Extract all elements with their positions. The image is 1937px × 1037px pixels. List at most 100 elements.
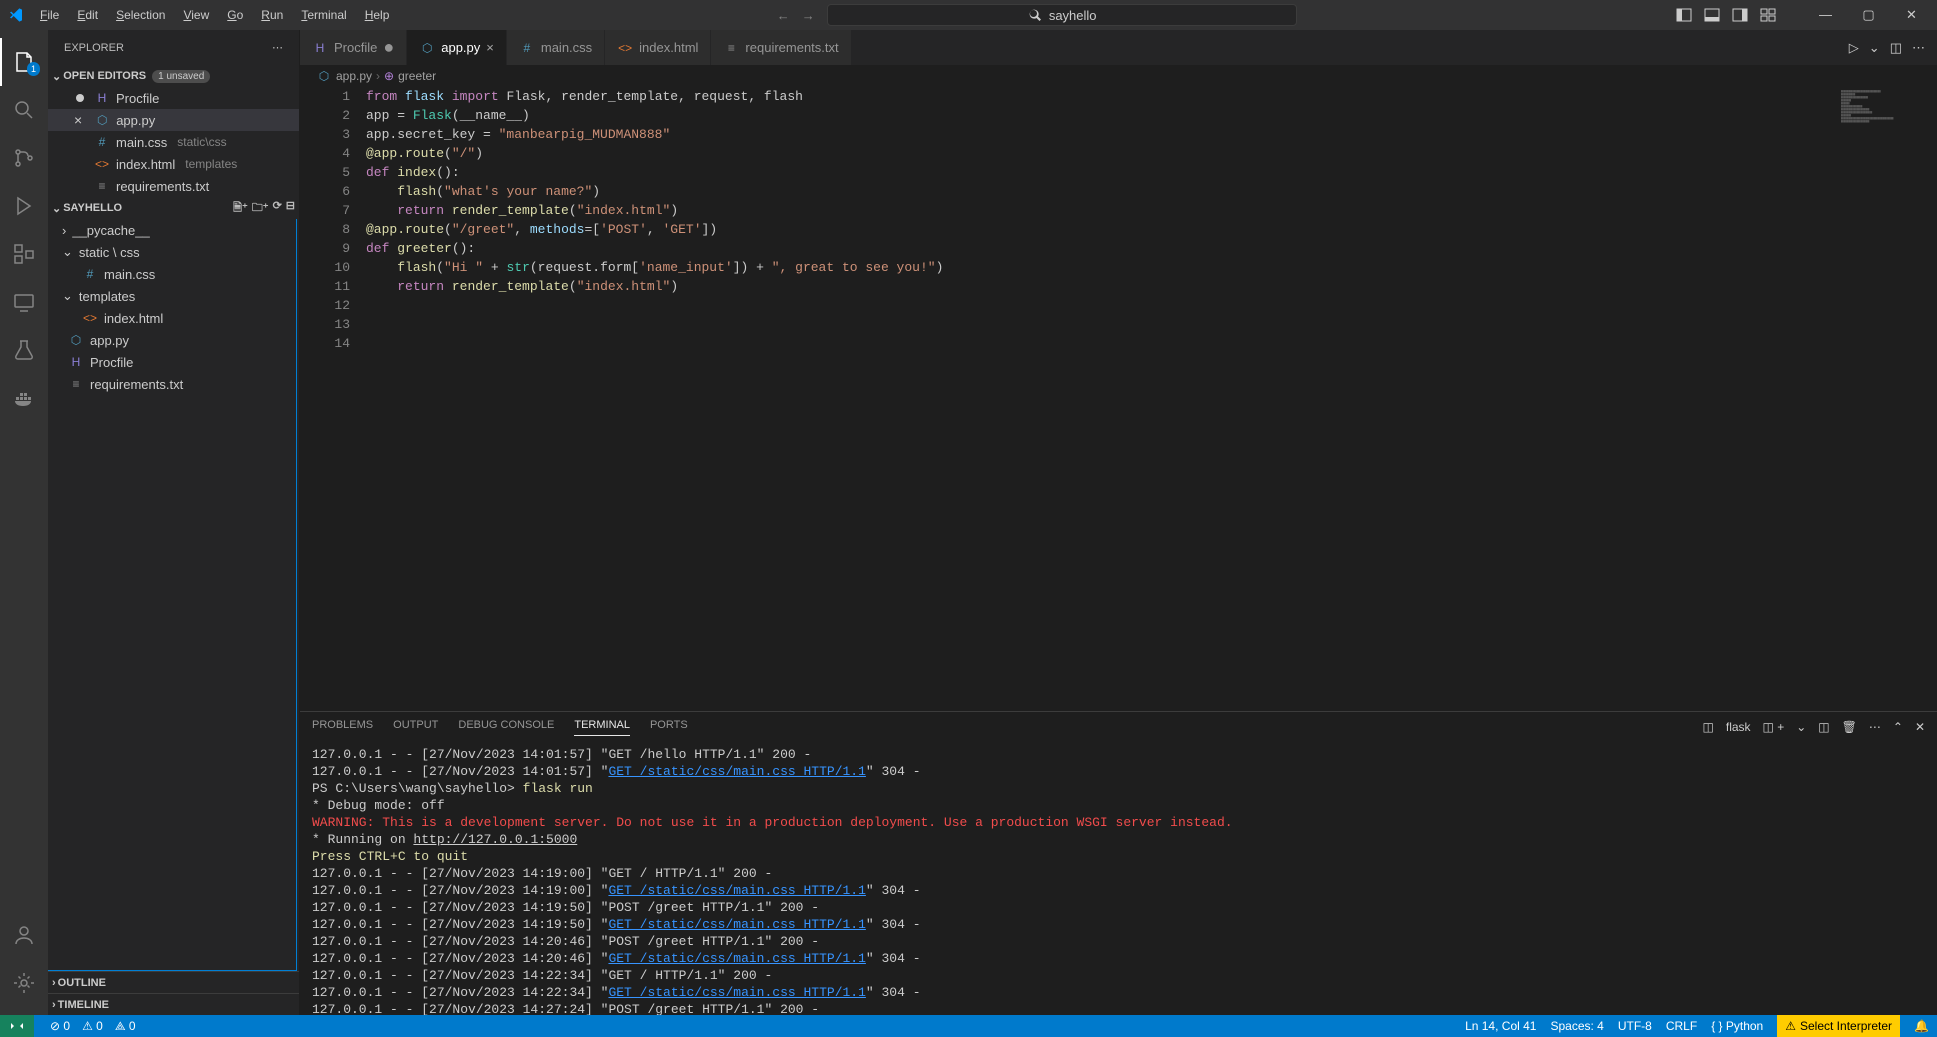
- menu-go[interactable]: Go: [219, 4, 251, 26]
- nav-back-icon[interactable]: ←: [777, 8, 790, 23]
- panel-tab-ports[interactable]: PORTS: [650, 719, 688, 736]
- activity-remote[interactable]: [0, 278, 48, 326]
- panel-tab-output[interactable]: OUTPUT: [393, 719, 438, 736]
- activity-explorer[interactable]: 1: [0, 38, 48, 86]
- outline-header[interactable]: › OUTLINE: [48, 971, 299, 993]
- status-warnings[interactable]: ⚠ 0: [82, 1019, 103, 1033]
- search-icon: [1027, 7, 1043, 23]
- command-center[interactable]: sayhello: [827, 4, 1297, 26]
- kill-terminal-icon[interactable]: 🗑: [1842, 720, 1857, 734]
- new-file-icon[interactable]: 🗎⁺: [233, 199, 248, 218]
- open-editors-label: OPEN EDITORS: [63, 70, 146, 82]
- file-item[interactable]: #main.css: [48, 263, 296, 285]
- timeline-header[interactable]: › TIMELINE: [48, 993, 299, 1015]
- nav-forward-icon[interactable]: →: [802, 8, 815, 23]
- minimap[interactable]: ████████████████████████████████████████…: [1837, 87, 1937, 711]
- status-eol[interactable]: CRLF: [1666, 1019, 1697, 1033]
- status-spaces[interactable]: Spaces: 4: [1550, 1019, 1603, 1033]
- line-gutter: 1234567891011121314: [300, 87, 366, 711]
- panel-more-icon[interactable]: ⋯: [1869, 720, 1881, 734]
- tab-index-html[interactable]: <>index.html: [605, 30, 711, 65]
- panel-tab-terminal[interactable]: TERMINAL: [574, 719, 630, 736]
- chevron-down-icon: ⌄: [52, 70, 61, 83]
- tab-main-css[interactable]: #main.css: [507, 30, 605, 65]
- file-item[interactable]: HProcfile: [48, 351, 296, 373]
- folder-item[interactable]: › __pycache__: [48, 219, 296, 241]
- activity-docker[interactable]: [0, 374, 48, 422]
- maximize-button[interactable]: ▢: [1851, 7, 1886, 23]
- status-position[interactable]: Ln 14, Col 41: [1465, 1019, 1536, 1033]
- titlebar: FileEditSelectionViewGoRunTerminalHelp ←…: [0, 0, 1937, 30]
- open-editor-item[interactable]: ×⬡app.py: [48, 109, 299, 131]
- tab-app-py[interactable]: ⬡app.py×: [407, 30, 507, 65]
- split-editor-icon[interactable]: ◫: [1890, 40, 1902, 56]
- menu-help[interactable]: Help: [357, 4, 398, 26]
- layout-panel-left-icon[interactable]: [1676, 7, 1692, 23]
- remote-button[interactable]: [0, 1015, 34, 1037]
- file-item[interactable]: <>index.html: [48, 307, 296, 329]
- folder-item[interactable]: ⌄ templates: [48, 285, 296, 307]
- status-encoding[interactable]: UTF-8: [1618, 1019, 1652, 1033]
- activity-settings[interactable]: [0, 959, 48, 1007]
- unsaved-badge: 1 unsaved: [152, 70, 210, 83]
- file-item[interactable]: ≡requirements.txt: [48, 373, 296, 395]
- activity-debug[interactable]: [0, 182, 48, 230]
- panel-tabs: PROBLEMS OUTPUT DEBUG CONSOLE TERMINAL PORTS…: [300, 712, 1937, 742]
- tab-requirements-txt[interactable]: ≡requirements.txt: [711, 30, 851, 65]
- run-dropdown-icon[interactable]: ⌄: [1869, 40, 1880, 56]
- terminal-output[interactable]: 127.0.0.1 - - [27/Nov/2023 14:01:57] "GE…: [300, 742, 1937, 1015]
- minimize-button[interactable]: —: [1808, 7, 1843, 23]
- editor-body[interactable]: 1234567891011121314 from flask import Fl…: [300, 87, 1937, 711]
- terminal-dropdown-icon[interactable]: ⌄: [1796, 720, 1806, 734]
- terminal-name[interactable]: flask: [1726, 720, 1751, 734]
- close-button[interactable]: ✕: [1894, 7, 1929, 23]
- status-errors[interactable]: ⊘ 0: [50, 1019, 70, 1033]
- open-editor-item[interactable]: ≡requirements.txt: [48, 175, 299, 197]
- menu-run[interactable]: Run: [253, 4, 291, 26]
- split-icon[interactable]: ◫: [1818, 720, 1829, 734]
- breadcrumb[interactable]: ⬡ app.py › ⊕ greeter: [300, 65, 1937, 87]
- panel-tab-debug-console[interactable]: DEBUG CONSOLE: [458, 719, 554, 736]
- new-folder-icon[interactable]: 🗀⁺: [252, 199, 269, 218]
- activitybar: 1: [0, 30, 48, 1015]
- open-editor-item[interactable]: HProcfile: [48, 87, 299, 109]
- open-editors-header[interactable]: ⌄ OPEN EDITORS 1 unsaved: [48, 65, 299, 87]
- workspace-header[interactable]: ⌄ SAYHELLO 🗎⁺ 🗀⁺ ⟳ ⊟: [48, 197, 299, 219]
- split-terminal-icon[interactable]: ◫: [1703, 720, 1714, 734]
- maximize-panel-icon[interactable]: ⌃: [1893, 720, 1903, 734]
- menu-terminal[interactable]: Terminal: [293, 4, 354, 26]
- status-ports[interactable]: ⟁ 0: [115, 1019, 136, 1034]
- menu-selection[interactable]: Selection: [108, 4, 173, 26]
- menu-file[interactable]: File: [32, 4, 67, 26]
- activity-scm[interactable]: [0, 134, 48, 182]
- activity-search[interactable]: [0, 86, 48, 134]
- menu-edit[interactable]: Edit: [69, 4, 106, 26]
- open-editor-item[interactable]: #main.cssstatic\css: [48, 131, 299, 153]
- code-content[interactable]: from flask import Flask, render_template…: [366, 87, 1837, 711]
- new-terminal-icon[interactable]: ◫ +: [1763, 720, 1785, 734]
- layout-customize-icon[interactable]: [1760, 7, 1776, 23]
- sidebar-more-icon[interactable]: ⋯: [272, 41, 283, 54]
- status-interpreter[interactable]: ⚠ Select Interpreter: [1777, 1015, 1900, 1037]
- chevron-right-icon: ›: [52, 999, 56, 1011]
- run-icon[interactable]: ▷: [1849, 40, 1859, 56]
- breadcrumb-symbol: greeter: [398, 69, 436, 83]
- refresh-icon[interactable]: ⟳: [273, 199, 282, 218]
- folder-item[interactable]: ⌄ static \ css: [48, 241, 296, 263]
- activity-testing[interactable]: [0, 326, 48, 374]
- status-language[interactable]: { } Python: [1711, 1019, 1763, 1033]
- activity-accounts[interactable]: [0, 911, 48, 959]
- activity-extensions[interactable]: [0, 230, 48, 278]
- tab-Procfile[interactable]: HProcfile●: [300, 30, 407, 65]
- collapse-icon[interactable]: ⊟: [286, 199, 295, 218]
- file-item[interactable]: ⬡app.py: [48, 329, 296, 351]
- panel-tab-problems[interactable]: PROBLEMS: [312, 719, 373, 736]
- sidebar: EXPLORER ⋯ ⌄ OPEN EDITORS 1 unsaved HPro…: [48, 30, 300, 1015]
- editor-more-icon[interactable]: ⋯: [1912, 40, 1925, 56]
- open-editor-item[interactable]: <>index.htmltemplates: [48, 153, 299, 175]
- close-panel-icon[interactable]: ✕: [1915, 720, 1925, 734]
- status-notifications-icon[interactable]: 🔔: [1914, 1019, 1929, 1033]
- menu-view[interactable]: View: [175, 4, 217, 26]
- layout-panel-bottom-icon[interactable]: [1704, 7, 1720, 23]
- layout-panel-right-icon[interactable]: [1732, 7, 1748, 23]
